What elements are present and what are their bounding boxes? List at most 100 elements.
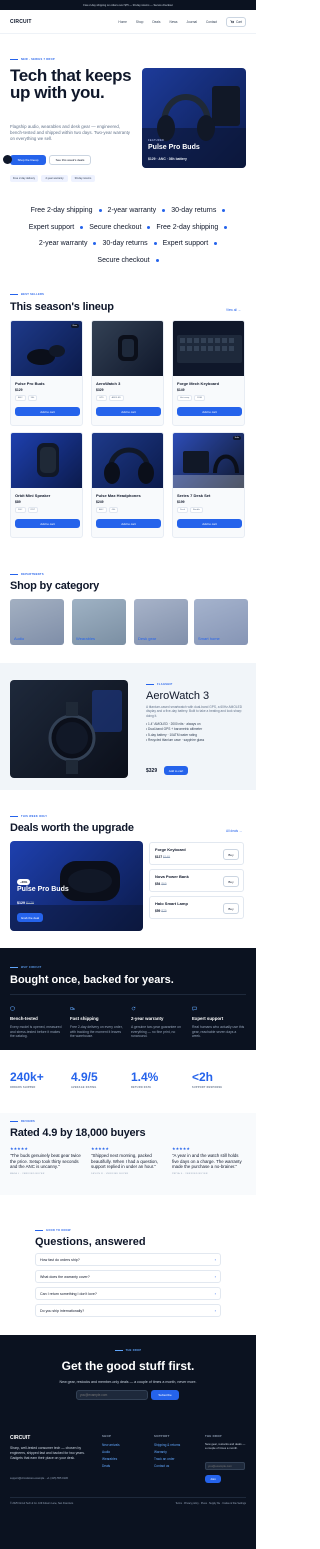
faq-item[interactable]: How fast do orders ship? ›	[35, 1253, 221, 1266]
newsletter-title: Get the good stuff first.	[61, 1359, 195, 1373]
faq-question: What does the warranty cover?	[40, 1274, 90, 1279]
footer-join-button[interactable]: Join	[205, 1475, 221, 1483]
footer-col-title: THE DROP	[205, 1434, 222, 1438]
footer-logo[interactable]: CIRCUIT	[10, 1435, 30, 1441]
footer-email-input[interactable]	[205, 1462, 245, 1470]
footer-link[interactable]: Shipping & returns	[154, 1443, 180, 1447]
category-tile-wearables[interactable]: Wearables	[72, 599, 126, 645]
deal-buy-button[interactable]: Buy	[223, 903, 239, 914]
product-tag: AMOLED	[108, 395, 124, 401]
nav-link-deals[interactable]: Deals	[152, 20, 160, 24]
shop-lineup-button[interactable]: Shop the lineup	[10, 155, 46, 165]
feature-text: Free 2-day delivery on every order, with…	[70, 1025, 123, 1039]
product-name: Pulse Max Headphones	[96, 493, 141, 498]
faq-item[interactable]: Do you ship internationally? ›	[35, 1304, 221, 1317]
footer-link[interactable]: Wearables	[102, 1457, 120, 1461]
nav-link-journal[interactable]: Journal	[187, 20, 197, 24]
deal-row[interactable]: Forge Keyboard $127 $149 Buy	[149, 842, 244, 865]
product-tag: ANC	[15, 395, 26, 401]
product-price: $329	[96, 388, 104, 392]
add-to-cart-button[interactable]: Add to cart	[96, 407, 161, 416]
spotlight-price: $329	[146, 768, 158, 774]
deal-buy-button[interactable]: Buy	[223, 876, 239, 887]
nav-link-home[interactable]: Home	[118, 20, 127, 24]
nav-link-shop[interactable]: Shop	[136, 20, 143, 24]
footer-link[interactable]: Deals	[102, 1464, 120, 1468]
add-to-cart-button[interactable]: Add to cart	[15, 407, 80, 416]
add-to-cart-button[interactable]: Add to cart	[177, 519, 242, 528]
footer-link[interactable]: Contact us	[154, 1464, 180, 1468]
product-card[interactable]: Forge Mech Keyboard $149 Hot-swap RGB Add…	[172, 320, 245, 426]
deals-title: Deals worth the upgrade	[10, 822, 134, 834]
spotlight-add-button[interactable]: Add to cart	[164, 766, 188, 775]
footer-link[interactable]: New arrivals	[102, 1443, 120, 1447]
site-header: CIRCUIT Home Shop Deals News Journal Con…	[0, 10, 256, 34]
deal-name: Forge Keyboard	[155, 847, 186, 852]
view-all-link[interactable]: View all →	[226, 308, 241, 312]
category-tile-audio[interactable]: Audio	[10, 599, 64, 645]
deal-name: Halo Smart Lamp	[155, 901, 188, 906]
reviews-kicker-text: REVIEWS	[21, 1120, 36, 1123]
product-name: AeroWatch 3	[96, 381, 121, 386]
grab-deal-button[interactable]: Grab the deal	[17, 913, 43, 922]
hero-chip-warranty: 2-year warranty	[41, 175, 68, 182]
deal-row[interactable]: Nova Power Bank $54 $69 Buy	[149, 869, 244, 892]
benefit-item: Secure checkout	[97, 257, 150, 264]
deal-row[interactable]: Halo Smart Lamp $59 $79 Buy	[149, 896, 244, 919]
hero-product-card[interactable]: FEATURED Pulse Pro Buds $129 · ANC · 36h…	[142, 68, 246, 168]
product-price: $249	[96, 500, 104, 504]
product-tag: 36h	[27, 395, 38, 401]
divider	[10, 994, 246, 995]
hero-chip-returns: 30-day returns	[71, 175, 95, 182]
subscribe-button[interactable]: Subscribe	[151, 1390, 179, 1400]
product-card[interactable]: AeroWatch 3 $329 GPS AMOLED Add to cart	[91, 320, 164, 426]
product-tag: ANC	[96, 507, 107, 513]
deal-feature-name: Pulse Pro Buds	[17, 886, 69, 893]
deal-price: $54 $69	[155, 882, 167, 886]
see-deals-button[interactable]: See this week's deals	[49, 155, 91, 165]
newsletter-email-input[interactable]	[76, 1390, 148, 1400]
deal-buy-button[interactable]: Buy	[223, 849, 239, 860]
faq-item[interactable]: Can I return something I don't love? ›	[35, 1287, 221, 1300]
faq-item[interactable]: What does the warranty cover? ›	[35, 1270, 221, 1283]
spotlight-body: A titanium-cased smartwatch with dual-ba…	[146, 705, 243, 718]
dot-icon	[98, 209, 102, 212]
dot-icon	[155, 259, 159, 262]
product-tag: RGB	[194, 395, 205, 401]
deal-feature-price: $129 $179	[17, 901, 34, 905]
category-tile-desk[interactable]: Desk gear	[134, 599, 188, 645]
add-to-cart-button[interactable]: Add to cart	[96, 519, 161, 528]
footer-legal-links[interactable]: Terms · Privacy policy · Press · Supply …	[160, 1502, 246, 1505]
benefit-item: Free 2-day shipping	[156, 224, 219, 231]
footer-link[interactable]: Warranty	[154, 1450, 180, 1454]
product-card[interactable]: New Pulse Pro Buds $129 ANC 36h Add to ca…	[10, 320, 83, 426]
footer-link[interactable]: Track an order	[154, 1457, 180, 1461]
cart-button[interactable]: Cart	[225, 16, 246, 27]
all-deals-link[interactable]: All deals →	[226, 829, 242, 833]
nav-link-news[interactable]: News	[170, 20, 178, 24]
refresh-icon	[131, 1006, 136, 1011]
dot-icon	[80, 226, 84, 229]
newsletter-kicker-text: THE DROP	[125, 1349, 142, 1352]
add-to-cart-button[interactable]: Add to cart	[15, 519, 80, 528]
product-card[interactable]: Orbit Mini Speaker $89 360° IP67 Add to c…	[10, 432, 83, 538]
site-logo[interactable]: CIRCUIT	[10, 19, 32, 25]
faq-question: Can I return something I don't love?	[40, 1291, 97, 1296]
deal-feature-card[interactable]: −26% Pulse Pro Buds $129 $179 Grab the d…	[10, 841, 143, 931]
category-tile-smarthome[interactable]: Smart home	[194, 599, 248, 645]
review-text: "Shipped next morning, packed beautifull…	[91, 1153, 159, 1170]
newsletter-body: New gear, restocks and member-only deals…	[59, 1380, 197, 1384]
product-image	[11, 321, 82, 376]
chat-icon	[192, 1006, 197, 1012]
add-to-cart-button[interactable]: Add to cart	[177, 407, 242, 416]
review-author: DEVON R · VERIFIED BUYER	[91, 1172, 129, 1175]
product-tag: GPS	[96, 395, 107, 401]
product-card[interactable]: Pulse Max Headphones $249 ANC 40h Add to …	[91, 432, 164, 538]
nav-link-contact[interactable]: Contact	[206, 20, 217, 24]
product-card[interactable]: Sale Series 7 Desk Set $199 Desk Bundle A…	[172, 432, 245, 538]
spotlight-kicker: FLAGSHIP	[146, 683, 173, 686]
accessibility-icon[interactable]	[3, 155, 12, 164]
newsletter-kicker: THE DROP	[0, 1349, 256, 1352]
footer-link[interactable]: Audio	[102, 1450, 120, 1454]
hero-product-meta: $129 · ANC · 36h battery	[148, 157, 187, 161]
